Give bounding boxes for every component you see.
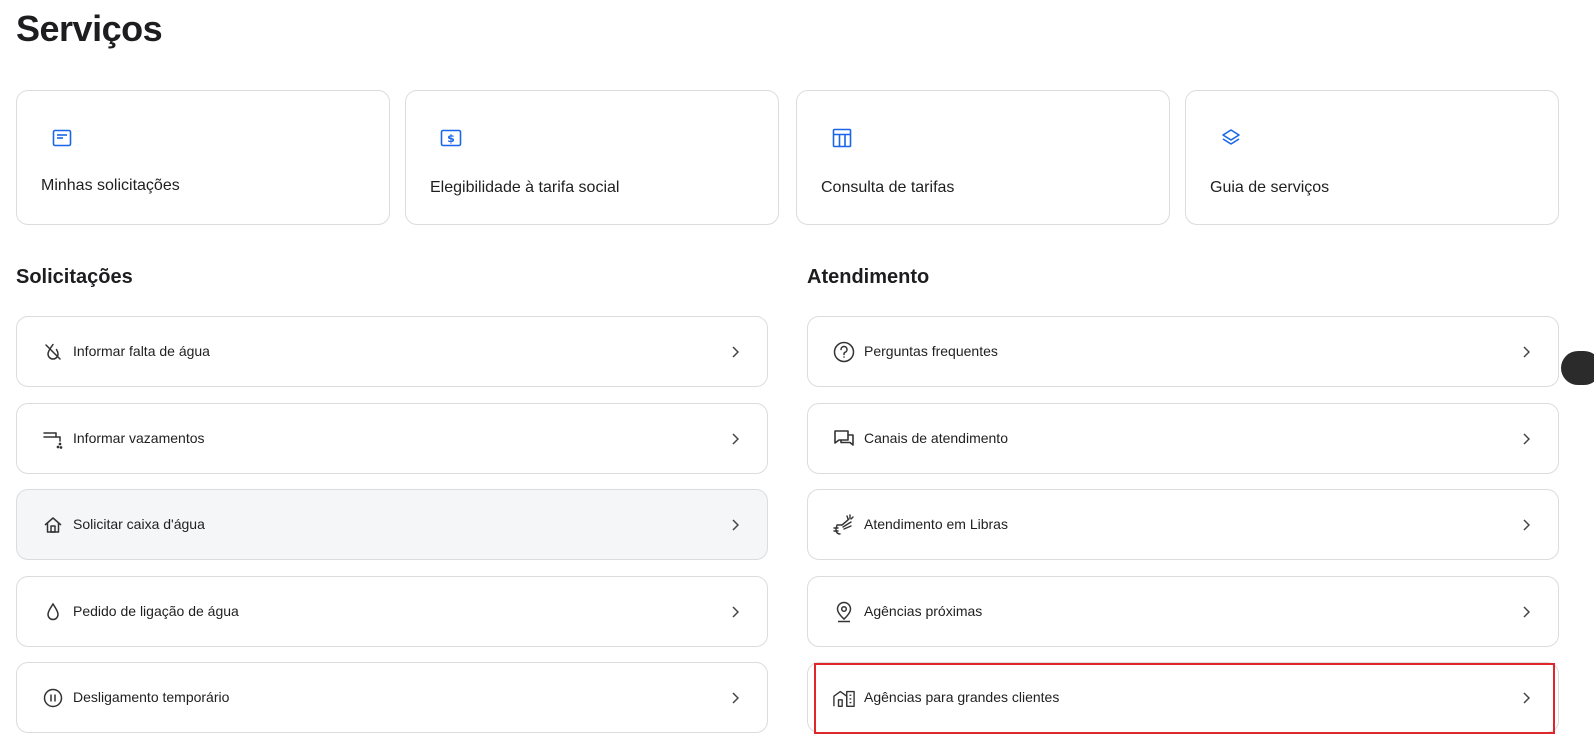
chevron-right-icon: [729, 690, 741, 706]
chevron-right-icon: [1520, 344, 1532, 360]
card-consulta-tarifas[interactable]: Consulta de tarifas: [796, 90, 1170, 225]
dollar-bill-icon: $: [440, 127, 462, 149]
list-item-label: Atendimento em Libras: [864, 516, 1008, 532]
chevron-right-icon: [1520, 690, 1532, 706]
chat-bubbles-icon: [833, 428, 855, 450]
layers-icon: [1220, 127, 1242, 149]
list-item-label: Agências próximas: [864, 603, 983, 619]
pause-circle-icon: [42, 687, 64, 709]
house-icon: [42, 514, 64, 536]
list-item-desligamento[interactable]: Desligamento temporário: [16, 662, 768, 733]
svg-text:$: $: [447, 132, 455, 145]
card-tarifa-social[interactable]: $ Elegibilidade à tarifa social: [405, 90, 779, 225]
list-item-label: Agências para grandes clientes: [864, 689, 1060, 705]
list-item-agencias-proximas[interactable]: Agências próximas: [807, 576, 1559, 647]
services-page: Serviços Minhas solicitações $ Elegibili…: [0, 0, 1594, 753]
list-item-label: Pedido de ligação de água: [73, 603, 239, 619]
card-label: Guia de serviços: [1210, 179, 1330, 196]
list-item-perguntas-frequentes[interactable]: Perguntas frequentes: [807, 316, 1559, 387]
list-item-atendimento-libras[interactable]: Atendimento em Libras: [807, 489, 1559, 560]
chevron-right-icon: [729, 604, 741, 620]
section-title-atendimento: Atendimento: [807, 266, 930, 288]
card-label: Minhas solicitações: [41, 177, 180, 194]
list-item-vazamentos[interactable]: Informar vazamentos: [16, 403, 768, 474]
list-item-falta-agua[interactable]: Informar falta de água: [16, 316, 768, 387]
table-icon: [831, 127, 853, 149]
list-item-label: Perguntas frequentes: [864, 343, 998, 359]
section-title-solicitacoes: Solicitações: [16, 266, 133, 288]
floating-widget-handle[interactable]: [1561, 351, 1594, 385]
question-circle-icon: [833, 341, 855, 363]
water-drop-icon: [42, 601, 64, 623]
leaking-tap-icon: [42, 428, 64, 450]
no-water-drop-icon: [42, 341, 64, 363]
chevron-right-icon: [1520, 431, 1532, 447]
list-item-caixa-agua[interactable]: Solicitar caixa d'água: [16, 489, 768, 560]
list-item-agencias-grandes-clientes[interactable]: Agências para grandes clientes: [807, 662, 1559, 733]
chevron-right-icon: [729, 344, 741, 360]
building-icon: [833, 687, 855, 709]
list-item-label: Informar vazamentos: [73, 430, 205, 446]
card-label: Elegibilidade à tarifa social: [430, 179, 620, 196]
card-minhas-solicitacoes[interactable]: Minhas solicitações: [16, 90, 390, 225]
chevron-right-icon: [729, 517, 741, 533]
list-item-label: Canais de atendimento: [864, 430, 1008, 446]
card-label: Consulta de tarifas: [821, 179, 955, 196]
page-title: Serviços: [16, 8, 163, 49]
list-item-ligacao-agua[interactable]: Pedido de ligação de água: [16, 576, 768, 647]
chevron-right-icon: [1520, 517, 1532, 533]
list-item-label: Informar falta de água: [73, 343, 210, 359]
card-guia-servicos[interactable]: Guia de serviços: [1185, 90, 1559, 225]
window-icon: [51, 127, 73, 149]
list-item-label: Desligamento temporário: [73, 689, 230, 705]
map-pin-icon: [833, 601, 855, 623]
chevron-right-icon: [729, 431, 741, 447]
chevron-right-icon: [1520, 604, 1532, 620]
list-item-label: Solicitar caixa d'água: [73, 516, 205, 532]
sign-language-icon: [833, 514, 855, 536]
list-item-canais-atendimento[interactable]: Canais de atendimento: [807, 403, 1559, 474]
